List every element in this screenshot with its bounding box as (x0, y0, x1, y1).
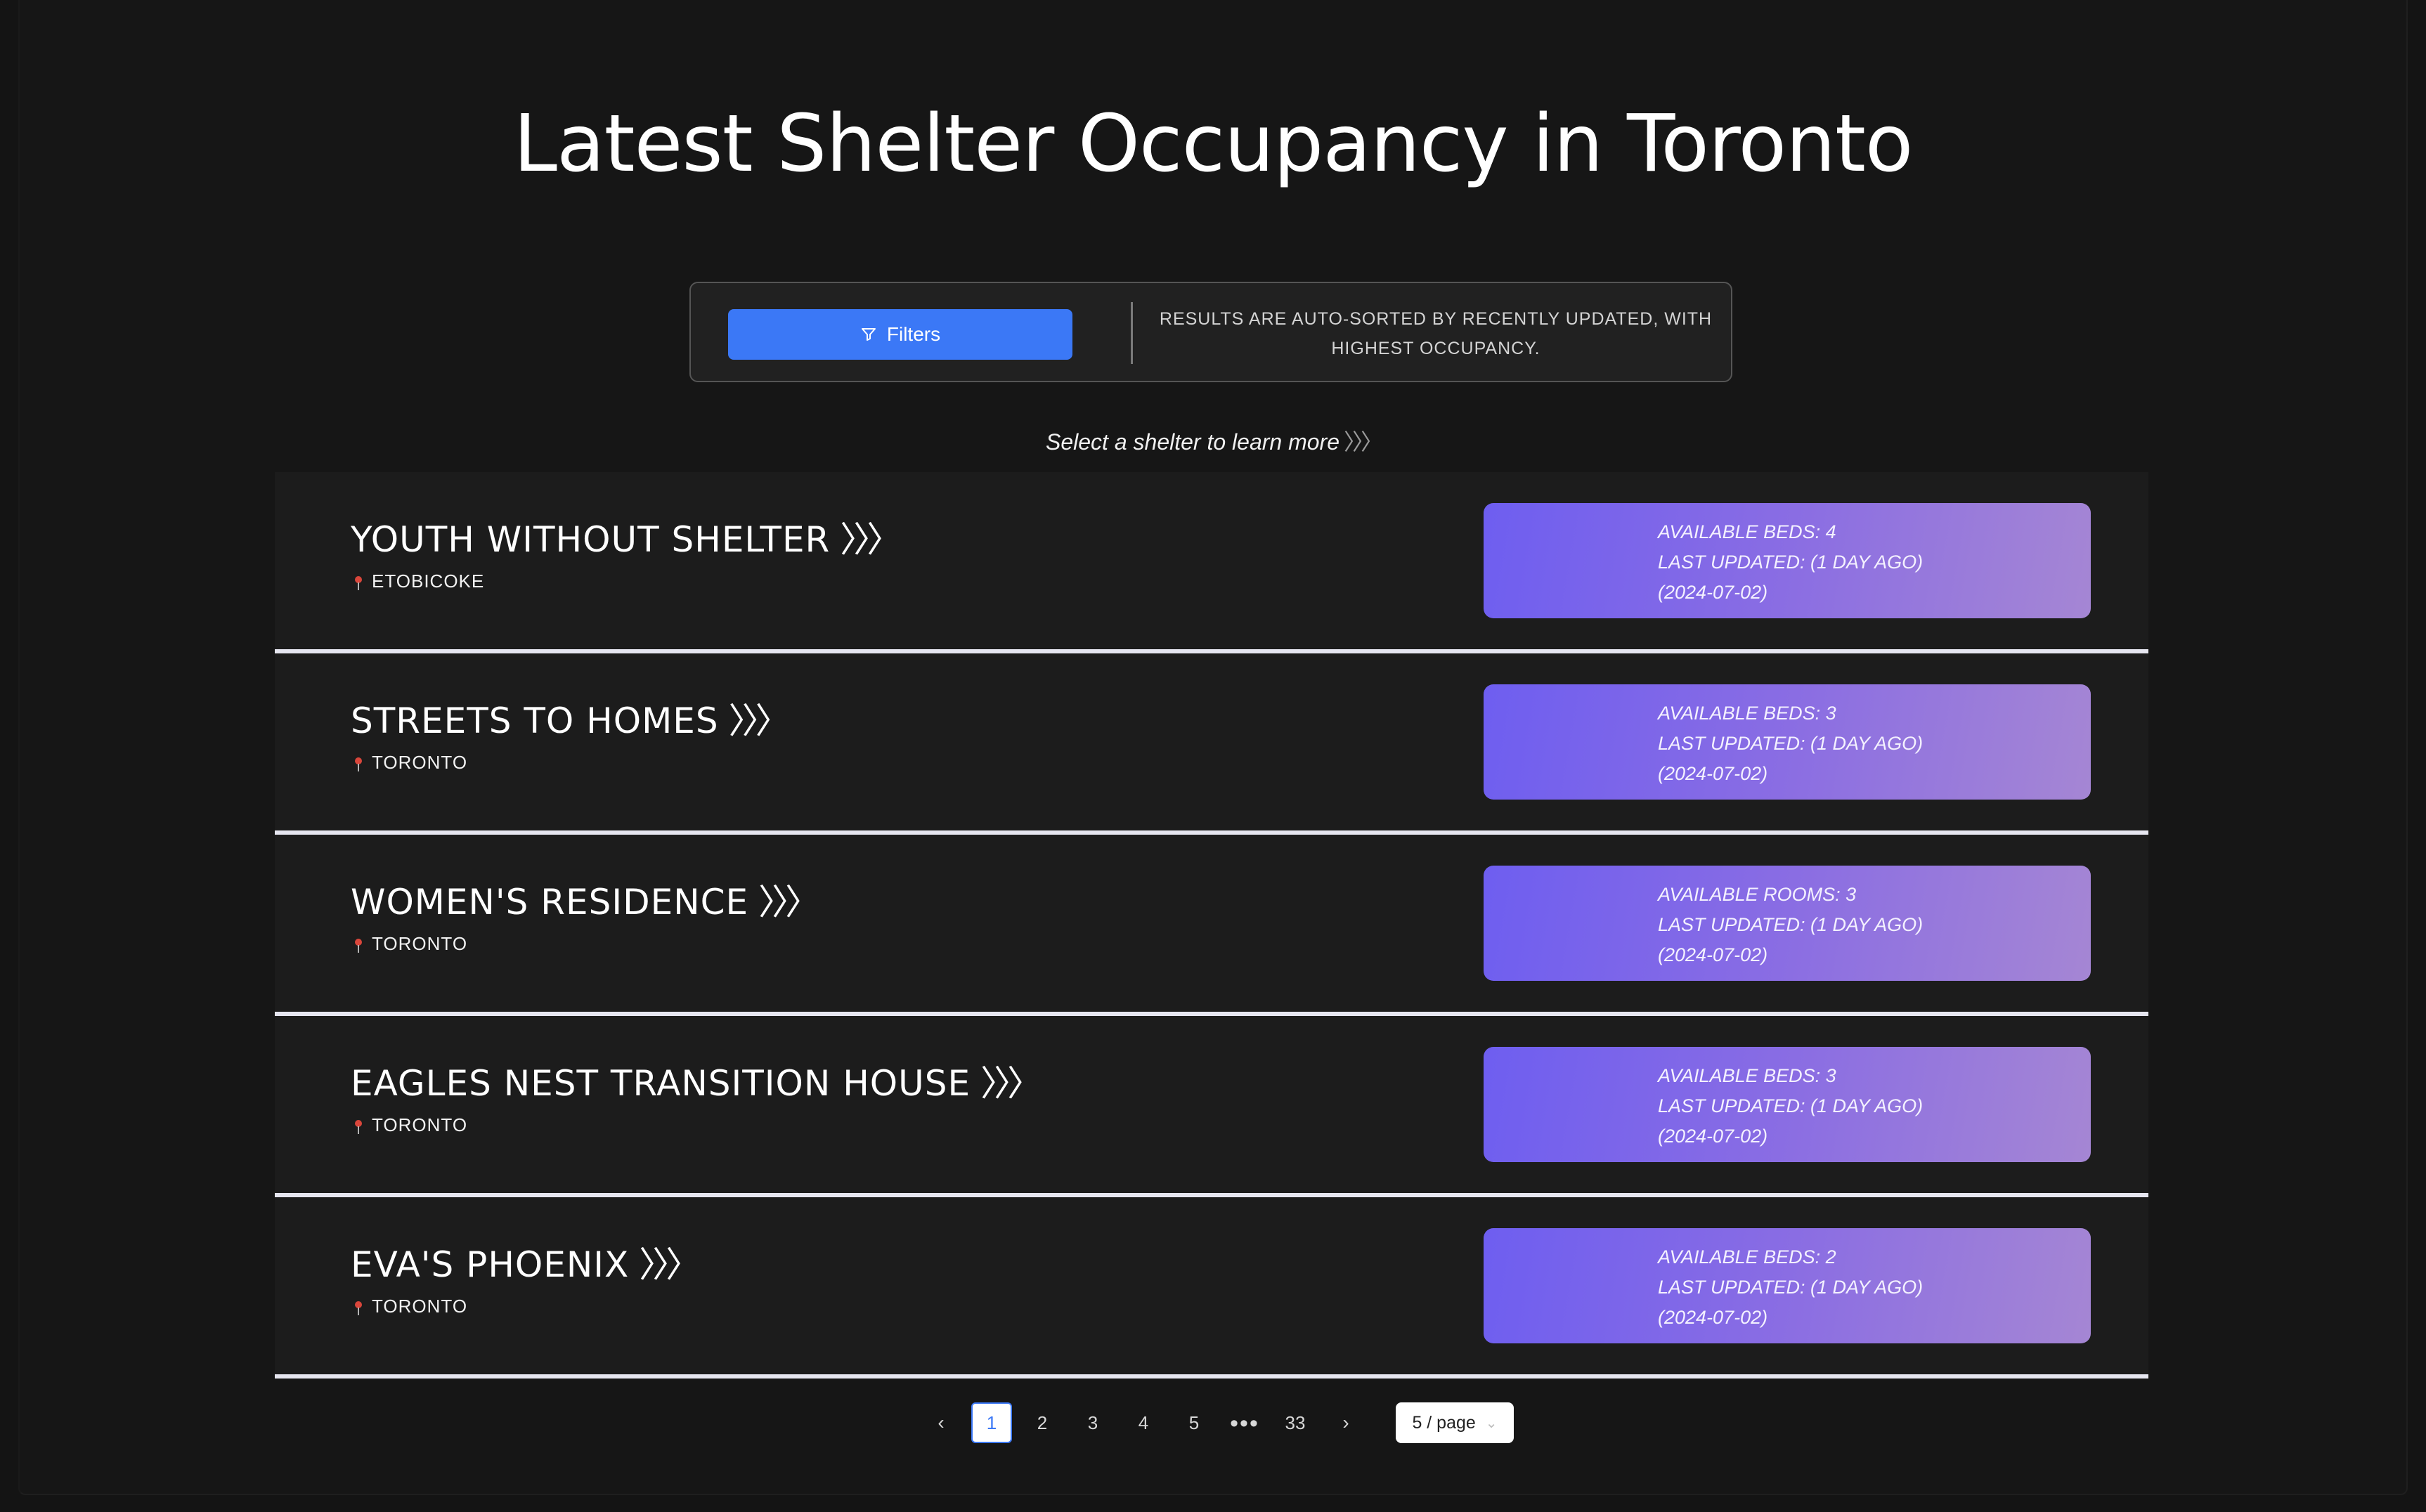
shelter-name-text: EVA'S PHOENIX (351, 1244, 630, 1285)
last-updated-text: LAST UPDATED: (1 DAY AGO) (1658, 1277, 1924, 1298)
map-pin-icon (353, 937, 363, 953)
occupancy-badge: AVAILABLE ROOMS: 3 LAST UPDATED: (1 DAY A… (1484, 866, 2091, 981)
availability-text: AVAILABLE BEDS: 2 (1658, 1246, 1836, 1267)
pagination: ‹ 1 2 3 4 5 ••• 33 › 5 / page ⌄ (921, 1402, 1514, 1443)
updated-date-text: (2024-07-02) (1658, 1126, 1768, 1147)
updated-date-text: (2024-07-02) (1658, 763, 1768, 784)
shelter-location-text: TORONTO (372, 752, 468, 773)
page-title: Latest Shelter Occupancy in Toronto (513, 98, 1914, 190)
shelter-location: TORONTO (353, 752, 467, 774)
map-pin-icon (353, 755, 363, 771)
occupancy-badge: AVAILABLE BEDS: 4 LAST UPDATED: (1 DAY AG… (1484, 503, 2091, 618)
shelter-location: TORONTO (353, 1296, 467, 1317)
chevrons-icon: 〉〉〉 (1343, 429, 1383, 455)
shelter-name[interactable]: WOMEN'S RESIDENCE 〉〉〉 (351, 874, 820, 925)
last-updated-text: LAST UPDATED: (1 DAY AGO) (1658, 1095, 1924, 1116)
page-size-select[interactable]: 5 / page ⌄ (1396, 1402, 1514, 1443)
shelter-name-text: STREETS TO HOMES (351, 700, 719, 741)
page-button-5[interactable]: 5 (1174, 1402, 1214, 1443)
shelter-location: TORONTO (353, 933, 467, 955)
shelter-name[interactable]: STREETS TO HOMES 〉〉〉 (351, 693, 791, 743)
page-button-last[interactable]: 33 (1275, 1402, 1316, 1443)
toolbar-divider (1131, 302, 1133, 364)
filters-button-label: Filters (886, 323, 941, 345)
chevrons-icon: 〉〉〉 (980, 1063, 1042, 1104)
chevrons-icon: 〉〉〉 (639, 1244, 701, 1285)
select-hint-text: Select a shelter to learn more (1046, 429, 1340, 455)
occupancy-badge: AVAILABLE BEDS: 3 LAST UPDATED: (1 DAY AG… (1484, 1047, 2091, 1162)
shelter-row[interactable]: WOMEN'S RESIDENCE 〉〉〉 TORONTO AVAILABLE ROO… (275, 835, 2148, 1016)
last-updated-text: LAST UPDATED: (1 DAY AGO) (1658, 552, 1924, 573)
chevron-down-icon: ⌄ (1485, 1415, 1498, 1431)
shelter-location: TORONTO (353, 1114, 467, 1136)
page-size-value: 5 / page (1412, 1412, 1476, 1433)
shelter-row[interactable]: STREETS TO HOMES 〉〉〉 TORONTO AVAILABLE BEDS… (275, 653, 2148, 835)
page-button-1[interactable]: 1 (971, 1402, 1012, 1443)
shelter-name[interactable]: EVA'S PHOENIX 〉〉〉 (351, 1237, 701, 1287)
shelter-location: ETOBICOKE (353, 571, 484, 592)
funnel-icon (860, 326, 877, 343)
shelter-name-text: EAGLES NEST TRANSITION HOUSE (351, 1063, 971, 1104)
page-button-4[interactable]: 4 (1123, 1402, 1164, 1443)
sort-note: RESULTS ARE AUTO-SORTED BY RECENTLY UPDA… (1159, 309, 1713, 358)
filters-button[interactable]: Filters (728, 309, 1072, 360)
chevrons-icon: 〉〉〉 (840, 519, 902, 560)
updated-date-text: (2024-07-02) (1658, 582, 1768, 603)
page-button-3[interactable]: 3 (1072, 1402, 1113, 1443)
shelter-name[interactable]: YOUTH WITHOUT SHELTER 〉〉〉 (351, 511, 902, 562)
shelter-location-text: TORONTO (372, 1114, 468, 1135)
updated-date-text: (2024-07-02) (1658, 944, 1768, 965)
last-updated-text: LAST UPDATED: (1 DAY AGO) (1658, 914, 1924, 935)
next-page-button[interactable]: › (1325, 1402, 1366, 1443)
shelter-name[interactable]: EAGLES NEST TRANSITION HOUSE 〉〉〉 (351, 1055, 1042, 1106)
availability-text: AVAILABLE BEDS: 4 (1658, 521, 1836, 542)
shelter-row[interactable]: EAGLES NEST TRANSITION HOUSE 〉〉〉 TORONTO AV… (275, 1016, 2148, 1197)
shelter-location-text: TORONTO (372, 1296, 468, 1317)
shelter-location-text: ETOBICOKE (372, 571, 485, 592)
select-hint: Select a shelter to learn more 〉〉〉 (0, 424, 2426, 457)
prev-page-button[interactable]: ‹ (921, 1402, 961, 1443)
chevrons-icon: 〉〉〉 (728, 700, 791, 741)
shelter-list: YOUTH WITHOUT SHELTER 〉〉〉 ETOBICOKE AVAILAB… (275, 472, 2148, 1379)
availability-text: AVAILABLE BEDS: 3 (1658, 1065, 1836, 1086)
availability-text: AVAILABLE ROOMS: 3 (1658, 884, 1857, 905)
chevrons-icon: 〉〉〉 (758, 882, 820, 923)
shelter-row[interactable]: EVA'S PHOENIX 〉〉〉 TORONTO AVAILABLE BEDS: 2… (275, 1197, 2148, 1379)
map-pin-icon (353, 574, 363, 590)
last-updated-text: LAST UPDATED: (1 DAY AGO) (1658, 733, 1924, 754)
shelter-location-text: TORONTO (372, 933, 468, 954)
occupancy-badge: AVAILABLE BEDS: 2 LAST UPDATED: (1 DAY AG… (1484, 1228, 2091, 1343)
filter-toolbar: Filters RESULTS ARE AUTO-SORTED BY RECEN… (689, 282, 1732, 382)
map-pin-icon (353, 1118, 363, 1134)
shelter-name-text: WOMEN'S RESIDENCE (351, 882, 749, 923)
shelter-name-text: YOUTH WITHOUT SHELTER (351, 519, 831, 560)
jump-next-ellipsis[interactable]: ••• (1224, 1402, 1265, 1443)
availability-text: AVAILABLE BEDS: 3 (1658, 703, 1836, 724)
updated-date-text: (2024-07-02) (1658, 1307, 1768, 1328)
occupancy-badge: AVAILABLE BEDS: 3 LAST UPDATED: (1 DAY AG… (1484, 684, 2091, 800)
shelter-row[interactable]: YOUTH WITHOUT SHELTER 〉〉〉 ETOBICOKE AVAILAB… (275, 472, 2148, 653)
page-button-2[interactable]: 2 (1022, 1402, 1063, 1443)
map-pin-icon (353, 1299, 363, 1315)
